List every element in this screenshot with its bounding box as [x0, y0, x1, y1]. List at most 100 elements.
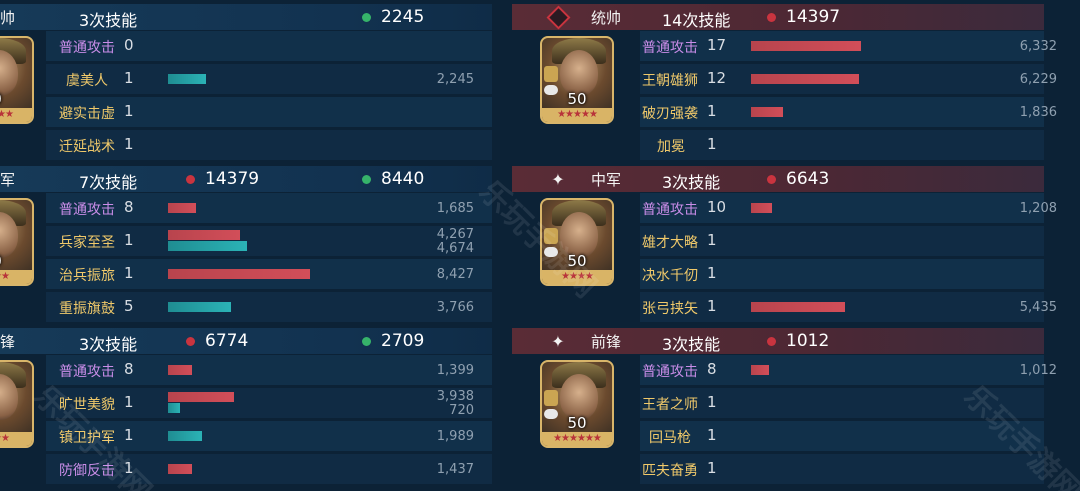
skill-name: 普通攻击 — [642, 202, 698, 218]
skill-name: 重振旗鼓 — [59, 301, 115, 317]
position-label: 军 — [0, 171, 16, 189]
rank-badge-icon — [544, 66, 558, 82]
stat-value: 1012 — [786, 331, 830, 351]
skill-name: 破刃强袭 — [642, 106, 698, 122]
cast-count: 1 — [124, 135, 134, 153]
heal-stat: 2709 — [362, 331, 424, 351]
skill-row — [640, 355, 1044, 385]
heal-stat: 2245 — [362, 7, 424, 27]
cast-count: 1 — [124, 426, 134, 444]
damage-stat: 1012 — [767, 331, 829, 351]
skill-name: 王者之师 — [642, 397, 698, 413]
skill-row — [640, 454, 1044, 484]
skill-row — [640, 259, 1044, 289]
skill-name: 普通攻击 — [642, 364, 698, 380]
skill-name: 兵家至圣 — [59, 235, 115, 251]
damage-dot-icon — [186, 174, 195, 184]
cast-count: 1 — [707, 426, 717, 444]
stat-value: 14379 — [205, 169, 260, 189]
skill-row — [640, 226, 1044, 256]
stat-value: 14397 — [786, 7, 841, 27]
skill-name: 治兵振旅 — [59, 268, 115, 284]
damage-value: 8,427 — [436, 267, 474, 282]
cast-count: 1 — [124, 393, 134, 411]
skill-name: 普通攻击 — [59, 202, 115, 218]
damage-bar — [751, 203, 772, 213]
stat-value: 2245 — [381, 7, 425, 27]
damage-value: 5,435 — [1019, 300, 1057, 315]
damage-bar — [751, 365, 769, 375]
cast-count: 0 — [124, 36, 134, 54]
skill-row — [640, 388, 1044, 418]
level-label: 0 — [0, 252, 32, 270]
cast-count: 12 — [707, 69, 727, 87]
general-header: 前锋 3次技能 1012 — [512, 328, 1044, 354]
cast-count: 17 — [707, 36, 727, 54]
damage-value: 1,012 — [1019, 363, 1057, 378]
skill-name: 防御反击 — [59, 463, 115, 479]
commander-icon — [548, 7, 568, 27]
level-label: 50 — [567, 252, 587, 270]
general-block: 统帅 14次技能 14397 50 ★★★★★ 普通攻击 17 6,332 王朝雄狮 12 6,22… — [512, 0, 1080, 162]
damage-dot-icon — [767, 174, 776, 184]
skill-name: 回马枪 — [649, 430, 691, 446]
damage-bar — [168, 365, 192, 375]
cast-count: 1 — [124, 231, 134, 249]
general-portrait[interactable]: 0★★★★ — [0, 36, 34, 124]
damage-bar — [168, 230, 240, 240]
heal-dot-icon — [362, 174, 371, 184]
skill-count: 3次技能 — [662, 335, 721, 354]
skill-count: 3次技能 — [79, 335, 138, 354]
general-portrait[interactable]: ★★★ — [0, 360, 34, 448]
skill-name: 普通攻击 — [59, 40, 115, 56]
cast-count: 8 — [707, 360, 717, 378]
damage-dot-icon — [186, 336, 195, 346]
damage-value: 720 — [449, 403, 474, 418]
damage-dot-icon — [767, 336, 776, 346]
damage-stat: 6643 — [767, 169, 829, 189]
general-portrait[interactable]: 50 ★★★★ — [540, 198, 614, 286]
general-portrait[interactable]: 50 ★★★★★ — [540, 36, 614, 124]
general-portrait[interactable]: 0★★★ — [0, 198, 34, 286]
skill-name: 虞美人 — [66, 73, 108, 89]
damage-stat: 14397 — [767, 7, 840, 27]
damage-stat: 6774 — [186, 331, 248, 351]
general-portrait[interactable]: 50 ★★★★★★ — [540, 360, 614, 448]
damage-bar — [751, 107, 783, 117]
skill-name: 迁延战术 — [59, 139, 115, 155]
general-block: 锋 3次技能 6774 2709 ★★★ 普通攻击 8 1,399 旷世美貌 1 3,938720 镇… — [0, 324, 540, 486]
general-header: 锋 3次技能 6774 2709 — [0, 328, 492, 354]
damage-value: 1,437 — [436, 462, 474, 477]
heal-dot-icon — [362, 12, 371, 22]
star-rating: ★★★★★ — [542, 108, 612, 122]
cast-count: 10 — [707, 198, 727, 216]
skill-row — [640, 193, 1044, 223]
damage-value: 2,245 — [436, 72, 474, 87]
star-rating: ★★★★ — [0, 108, 32, 122]
general-header: 帅 3次技能 2245 — [0, 4, 492, 30]
stat-value: 8440 — [381, 169, 425, 189]
damage-value: 1,989 — [436, 429, 474, 444]
damage-value: 6,229 — [1019, 72, 1057, 87]
heal-bar — [168, 302, 231, 312]
cast-count: 1 — [124, 264, 134, 282]
skill-row — [640, 97, 1044, 127]
skill-name: 加冕 — [657, 139, 685, 155]
damage-bar — [168, 203, 196, 213]
damage-value: 6,332 — [1019, 39, 1057, 54]
cast-count: 5 — [124, 297, 134, 315]
skill-row — [640, 421, 1044, 451]
skill-name: 雄才大略 — [642, 235, 698, 251]
cast-count: 1 — [707, 102, 717, 120]
heal-bar — [168, 403, 180, 413]
position-label: 前锋 — [591, 333, 622, 351]
damage-value: 1,399 — [436, 363, 474, 378]
cast-count: 1 — [124, 459, 134, 477]
general-header: 统帅 14次技能 14397 — [512, 4, 1044, 30]
right-team-panel: 统帅 14次技能 14397 50 ★★★★★ 普通攻击 17 6,332 王朝雄狮 12 6,22… — [512, 0, 1080, 491]
damage-bar — [751, 302, 845, 312]
cast-count: 1 — [707, 264, 717, 282]
damage-value: 3,938 — [436, 389, 474, 404]
star-rating: ★★★ — [0, 270, 32, 284]
cast-count: 8 — [124, 360, 134, 378]
